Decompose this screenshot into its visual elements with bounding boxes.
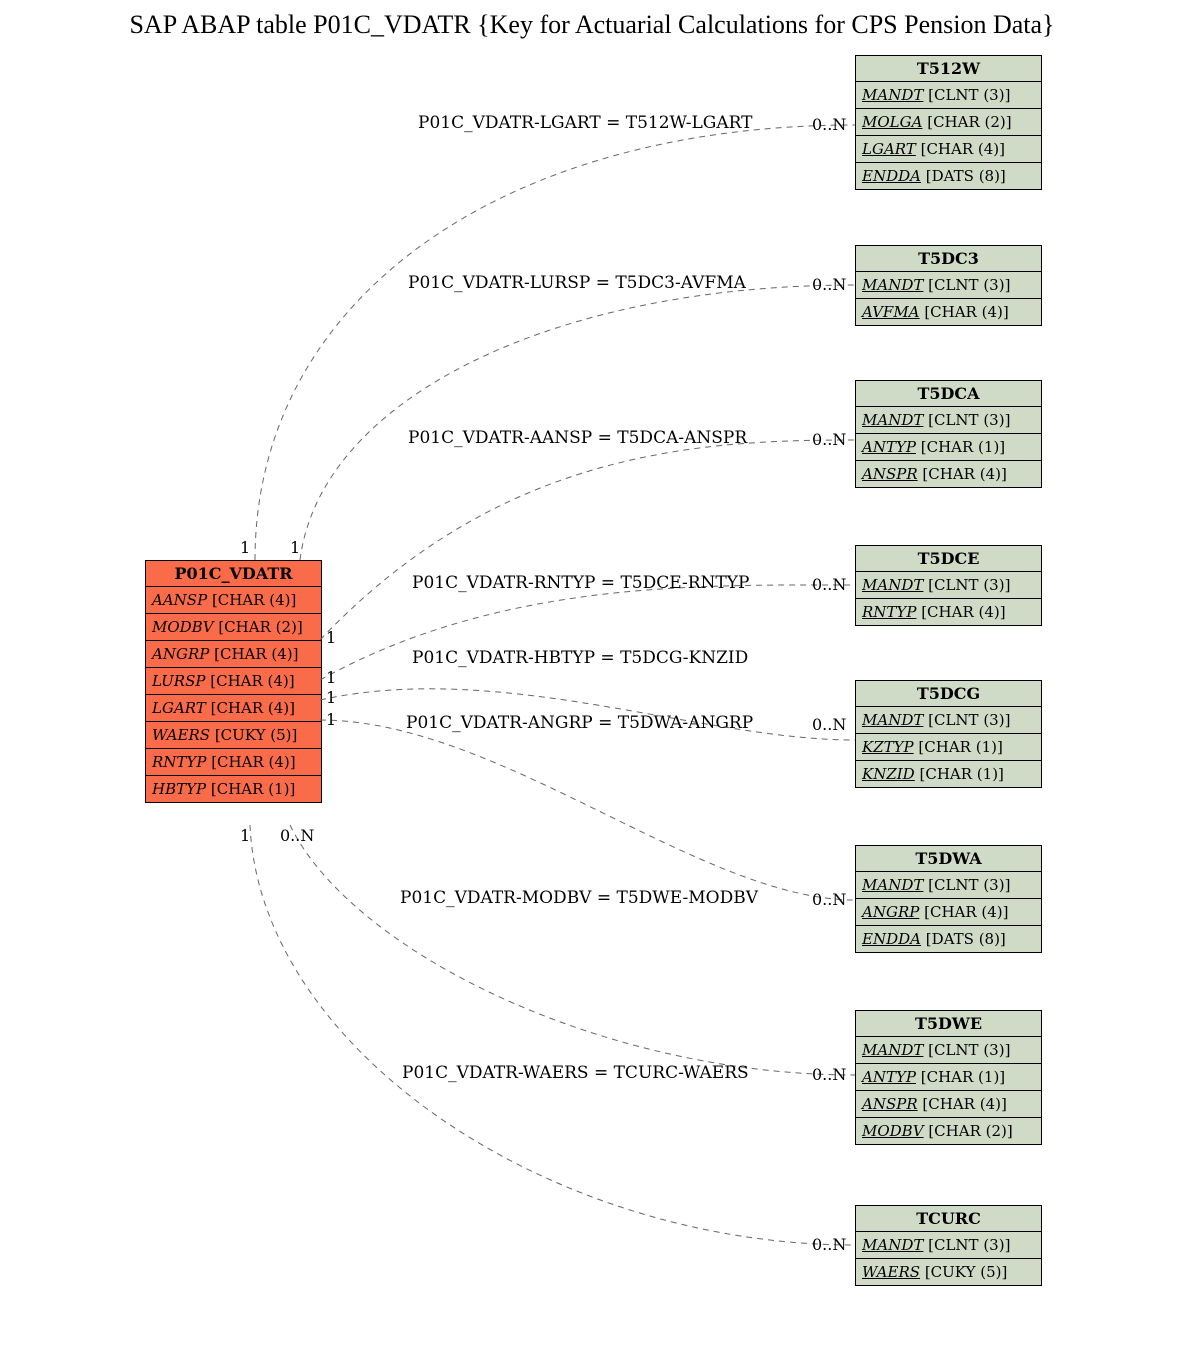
entity-t5dc3: T5DC3 MANDT [CLNT (3)] AVFMA [CHAR (4)] bbox=[855, 245, 1042, 326]
entity-field: MANDT [CLNT (3)] bbox=[856, 1232, 1041, 1259]
entity-field: WAERS [CUKY (5)] bbox=[146, 722, 321, 749]
entity-field: ANGRP [CHAR (4)] bbox=[856, 899, 1041, 926]
entity-field: MANDT [CLNT (3)] bbox=[856, 272, 1041, 299]
cardinality: 0..N bbox=[812, 715, 846, 734]
edge-label: P01C_VDATR-MODBV = T5DWE-MODBV bbox=[400, 888, 758, 908]
edge-label: P01C_VDATR-LGART = T512W-LGART bbox=[418, 113, 753, 133]
entity-t5dwe: T5DWE MANDT [CLNT (3)] ANTYP [CHAR (1)] … bbox=[855, 1010, 1042, 1145]
cardinality: 1 bbox=[326, 668, 336, 687]
entity-field: ENDDA [DATS (8)] bbox=[856, 163, 1041, 189]
entity-t5dca: T5DCA MANDT [CLNT (3)] ANTYP [CHAR (1)] … bbox=[855, 380, 1042, 488]
entity-t5dwa: T5DWA MANDT [CLNT (3)] ANGRP [CHAR (4)] … bbox=[855, 845, 1042, 953]
entity-field: MODBV [CHAR (2)] bbox=[146, 614, 321, 641]
entity-field: AANSP [CHAR (4)] bbox=[146, 587, 321, 614]
edge-label: P01C_VDATR-LURSP = T5DC3-AVFMA bbox=[408, 273, 746, 293]
edge-label: P01C_VDATR-HBTYP = T5DCG-KNZID bbox=[412, 648, 748, 668]
edge-label: P01C_VDATR-WAERS = TCURC-WAERS bbox=[402, 1063, 749, 1083]
cardinality: 1 bbox=[240, 826, 250, 845]
entity-field: ANTYP [CHAR (1)] bbox=[856, 434, 1041, 461]
entity-main: P01C_VDATR AANSP [CHAR (4)] MODBV [CHAR … bbox=[145, 560, 322, 803]
cardinality: 1 bbox=[326, 688, 336, 707]
entity-field: KNZID [CHAR (1)] bbox=[856, 761, 1041, 787]
entity-field: AVFMA [CHAR (4)] bbox=[856, 299, 1041, 325]
entity-field: ANSPR [CHAR (4)] bbox=[856, 461, 1041, 487]
cardinality: 0..N bbox=[812, 575, 846, 594]
entity-t5dcg: T5DCG MANDT [CLNT (3)] KZTYP [CHAR (1)] … bbox=[855, 680, 1042, 788]
entity-field: MANDT [CLNT (3)] bbox=[856, 572, 1041, 599]
diagram-title: SAP ABAP table P01C_VDATR {Key for Actua… bbox=[0, 10, 1184, 40]
entity-field: HBTYP [CHAR (1)] bbox=[146, 776, 321, 802]
entity-field: MANDT [CLNT (3)] bbox=[856, 82, 1041, 109]
cardinality: 0..N bbox=[812, 1235, 846, 1254]
cardinality: 0..N bbox=[812, 115, 846, 134]
cardinality: 0..N bbox=[812, 1065, 846, 1084]
entity-header: T5DC3 bbox=[856, 246, 1041, 272]
entity-field: MOLGA [CHAR (2)] bbox=[856, 109, 1041, 136]
entity-main-header: P01C_VDATR bbox=[146, 561, 321, 587]
entity-field: LGART [CHAR (4)] bbox=[856, 136, 1041, 163]
cardinality: 0..N bbox=[812, 275, 846, 294]
entity-field: ANSPR [CHAR (4)] bbox=[856, 1091, 1041, 1118]
entity-field: MANDT [CLNT (3)] bbox=[856, 1037, 1041, 1064]
cardinality: 1 bbox=[326, 628, 336, 647]
edge-label: P01C_VDATR-ANGRP = T5DWA-ANGRP bbox=[406, 713, 753, 733]
entity-field: LURSP [CHAR (4)] bbox=[146, 668, 321, 695]
entity-header: T5DCG bbox=[856, 681, 1041, 707]
cardinality: 1 bbox=[326, 710, 336, 729]
entity-field: RNTYP [CHAR (4)] bbox=[146, 749, 321, 776]
entity-tcurc: TCURC MANDT [CLNT (3)] WAERS [CUKY (5)] bbox=[855, 1205, 1042, 1286]
entity-header: T512W bbox=[856, 56, 1041, 82]
entity-field: MODBV [CHAR (2)] bbox=[856, 1118, 1041, 1144]
cardinality: 1 bbox=[240, 538, 250, 557]
entity-t5dce: T5DCE MANDT [CLNT (3)] RNTYP [CHAR (4)] bbox=[855, 545, 1042, 626]
cardinality: 0..N bbox=[812, 430, 846, 449]
entity-field: WAERS [CUKY (5)] bbox=[856, 1259, 1041, 1285]
entity-header: T5DCE bbox=[856, 546, 1041, 572]
entity-header: TCURC bbox=[856, 1206, 1041, 1232]
entity-t512w: T512W MANDT [CLNT (3)] MOLGA [CHAR (2)] … bbox=[855, 55, 1042, 190]
entity-field: RNTYP [CHAR (4)] bbox=[856, 599, 1041, 625]
entity-field: MANDT [CLNT (3)] bbox=[856, 707, 1041, 734]
edge-label: P01C_VDATR-AANSP = T5DCA-ANSPR bbox=[408, 428, 747, 448]
entity-header: T5DWA bbox=[856, 846, 1041, 872]
entity-field: ENDDA [DATS (8)] bbox=[856, 926, 1041, 952]
entity-header: T5DCA bbox=[856, 381, 1041, 407]
entity-field: MANDT [CLNT (3)] bbox=[856, 872, 1041, 899]
entity-field: ANGRP [CHAR (4)] bbox=[146, 641, 321, 668]
entity-field: LGART [CHAR (4)] bbox=[146, 695, 321, 722]
edge-label: P01C_VDATR-RNTYP = T5DCE-RNTYP bbox=[412, 573, 749, 593]
entity-field: ANTYP [CHAR (1)] bbox=[856, 1064, 1041, 1091]
entity-field: KZTYP [CHAR (1)] bbox=[856, 734, 1041, 761]
cardinality: 0..N bbox=[812, 890, 846, 909]
entity-field: MANDT [CLNT (3)] bbox=[856, 407, 1041, 434]
entity-header: T5DWE bbox=[856, 1011, 1041, 1037]
cardinality: 1 bbox=[290, 538, 300, 557]
cardinality: 0..N bbox=[280, 826, 314, 845]
